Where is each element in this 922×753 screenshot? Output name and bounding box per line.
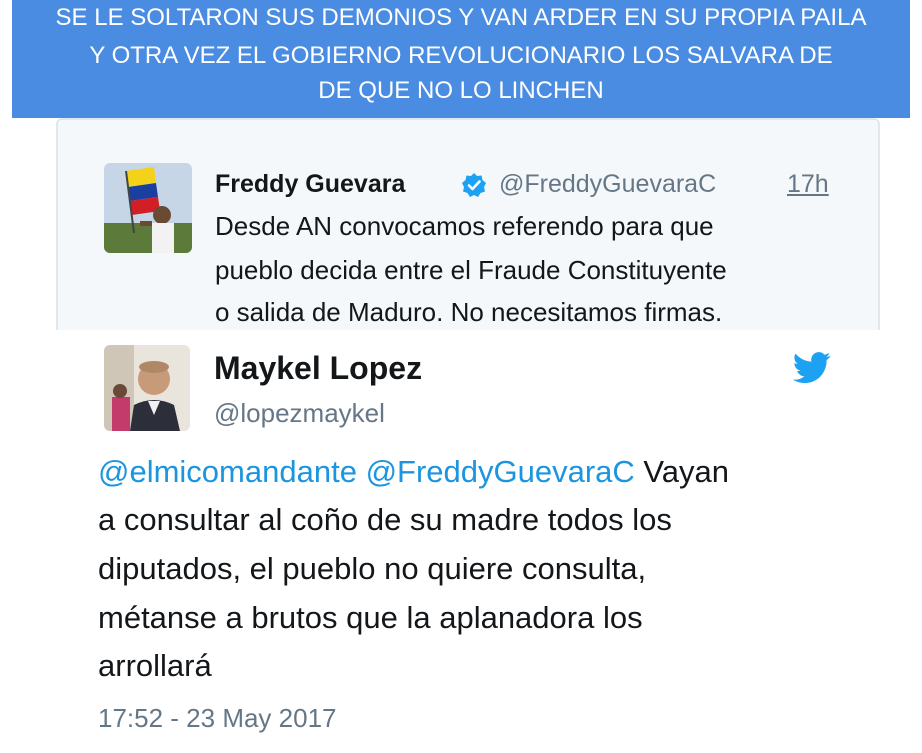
tweet-line-1: @elmicomandante @FreddyGuevaraC Vayan [98, 452, 729, 492]
quoted-author-name[interactable]: Freddy Guevara [215, 170, 405, 199]
tweet-line-2: a consultar al coño de su madre todos lo… [98, 502, 672, 537]
mention-freddyguevarac[interactable]: @FreddyGuevaraC [366, 454, 635, 489]
author-handle[interactable]: @lopezmaykel [214, 398, 385, 429]
verified-badge-icon [461, 172, 487, 198]
mention-elmicomandante[interactable]: @elmicomandante [98, 454, 357, 489]
banner-line-1: SE LE SOLTARON SUS DEMONIOS Y VAN ARDER … [55, 4, 867, 31]
quoted-tweet-line-1: Desde AN convocamos referendo para que [215, 211, 714, 241]
tweet-line-5: arrollará [98, 648, 212, 683]
tweet-timestamp[interactable]: 17:52 - 23 May 2017 [98, 703, 337, 734]
tweet-line-4: métanse a brutos que la aplanadora los [98, 600, 643, 635]
maykel-avatar[interactable] [104, 345, 190, 431]
banner-line-3: DE QUE NO LO LINCHEN [318, 77, 604, 104]
quoted-tweet-time[interactable]: 17h [787, 170, 829, 199]
twitter-bird-icon[interactable] [792, 352, 832, 384]
banner-line-2: Y OTRA VEZ EL GOBIERNO REVOLUCIONARIO LO… [89, 42, 833, 69]
headline-banner: SE LE SOLTARON SUS DEMONIOS Y VAN ARDER … [12, 0, 910, 118]
tweet-line-3: diputados, el pueblo no quiere consulta, [98, 551, 647, 586]
freddy-avatar[interactable] [104, 163, 192, 253]
quoted-tweet-line-3: o salida de Maduro. No necesitamos firma… [215, 297, 723, 327]
tweet-line-1-rest: Vayan [634, 454, 730, 489]
quoted-tweet-line-2: pueblo decida entre el Fraude Constituye… [215, 255, 727, 285]
quoted-author-handle[interactable]: @FreddyGuevaraC [499, 170, 716, 199]
author-name[interactable]: Maykel Lopez [214, 350, 422, 387]
